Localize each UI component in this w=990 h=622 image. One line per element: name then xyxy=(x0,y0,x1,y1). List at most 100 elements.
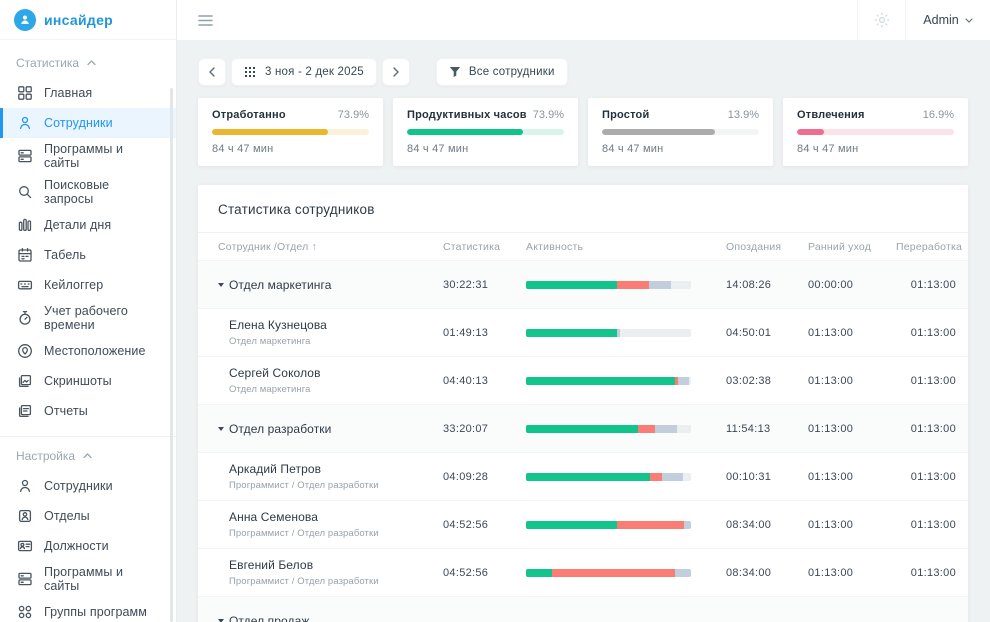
employee-row[interactable]: Елена КузнецоваОтдел маркетинга01:49:130… xyxy=(198,308,968,356)
menu-toggle-button[interactable] xyxy=(198,14,213,27)
date-range-button[interactable]: 3 ноя - 2 дек 2025 xyxy=(231,58,377,86)
brand-logo[interactable]: инсайдер xyxy=(0,0,176,40)
sidebar-item-otchety[interactable]: Отчеты xyxy=(0,396,176,426)
activity-cell xyxy=(526,473,726,481)
brand-name: инсайдер xyxy=(44,12,113,28)
table-header-row: Сотрудник /Отдел ↑СтатистикаАктивностьОп… xyxy=(198,233,968,260)
column-header-4[interactable]: Ранний уход xyxy=(808,241,896,253)
activity-bar xyxy=(526,281,691,289)
sidebar-scrollbar[interactable] xyxy=(170,88,173,622)
sidebar-item-sotrudniki-settings[interactable]: Сотрудники xyxy=(0,471,176,501)
early-leave-time: 01:13:00 xyxy=(808,423,896,435)
employee-role: Программист / Отдел разработки xyxy=(229,576,443,587)
date-range-label: 3 ноя - 2 дек 2025 xyxy=(265,66,364,78)
sidebar-item-gruppy-programm[interactable]: Группы программ xyxy=(0,597,176,622)
sidebar-item-label: Кейлоггер xyxy=(44,278,162,292)
employee-row[interactable]: Аркадий ПетровПрограммист / Отдел разраб… xyxy=(198,452,968,500)
stat-card-title: Продуктивных часов xyxy=(407,109,527,121)
stat-time: 04:09:28 xyxy=(443,471,526,483)
employee-row[interactable]: Сергей СоколовОтдел маркетинга04:40:1303… xyxy=(198,356,968,404)
overtime-time: 01:13:00 xyxy=(896,519,956,531)
employee-filter-label: Все сотрудники xyxy=(469,66,555,78)
sidebar-section-statistics[interactable]: Статистика xyxy=(0,44,176,78)
keyboard-icon xyxy=(17,277,33,293)
sidebar-item-tabel[interactable]: Табель xyxy=(0,240,176,270)
sidebar-item-programmy-i-sayty-settings[interactable]: Программы и сайты xyxy=(0,561,176,597)
collapse-triangle-icon[interactable] xyxy=(218,619,224,622)
sidebar-item-keylogger[interactable]: Кейлоггер xyxy=(0,270,176,300)
timer-icon xyxy=(17,310,33,326)
screens-icon xyxy=(17,373,33,389)
column-header-0[interactable]: Сотрудник /Отдел ↑ xyxy=(218,241,443,253)
employee-row[interactable]: Анна СеменоваПрограммист / Отдел разрабо… xyxy=(198,500,968,548)
chevron-up-icon xyxy=(83,453,92,459)
late-time: 04:50:01 xyxy=(726,327,808,339)
apps-icon xyxy=(17,148,33,164)
sidebar: инсайдер Статистика Главная Сотрудники Прог… xyxy=(0,0,177,622)
sidebar-item-label: Программы и сайты xyxy=(44,142,162,170)
column-header-1[interactable]: Статистика xyxy=(443,241,526,253)
sidebar-item-label: Сотрудники xyxy=(44,479,162,493)
table-title: Статистика сотрудников xyxy=(198,185,968,233)
department-name: Отдел маркетинга xyxy=(229,278,332,292)
overtime-time: 01:13:00 xyxy=(896,279,956,291)
sidebar-nav: Статистика Главная Сотрудники Программы и с… xyxy=(0,40,176,622)
stat-card-progressbar xyxy=(407,129,564,135)
sidebar-item-dolzhnosti[interactable]: Должности xyxy=(0,531,176,561)
sidebar-item-label: Отчеты xyxy=(44,404,162,418)
sidebar-item-sotrudniki[interactable]: Сотрудники xyxy=(0,108,176,138)
stat-card-value: 84 ч 47 мин xyxy=(407,143,564,155)
department-row[interactable]: Отдел продаж xyxy=(198,596,968,622)
user-menu-button[interactable]: Admin xyxy=(905,0,990,40)
activity-cell xyxy=(526,377,726,385)
topbar: Admin xyxy=(177,0,990,40)
department-row[interactable]: Отдел маркетинга30:22:3114:08:2600:00:00… xyxy=(198,260,968,308)
column-header-5[interactable]: Переработка xyxy=(896,241,962,253)
chevron-left-icon xyxy=(209,67,215,77)
chart-icon xyxy=(17,217,33,233)
user-icon xyxy=(17,478,33,494)
sidebar-item-detali-dnya[interactable]: Детали дня xyxy=(0,210,176,240)
groups-icon xyxy=(17,604,33,620)
department-name: Отдел разработки xyxy=(229,422,331,436)
stat-card-title: Простой xyxy=(602,109,649,121)
sidebar-item-skrinshoty[interactable]: Скриншоты xyxy=(0,366,176,396)
stat-time: 30:22:31 xyxy=(443,279,526,291)
person-circle-icon xyxy=(14,9,36,31)
sidebar-item-label: Главная xyxy=(44,86,162,100)
stat-card-progressbar xyxy=(212,129,369,135)
stat-cards: Отработанно73.9%84 ч 47 минПродуктивных … xyxy=(198,98,968,166)
stat-card-value: 84 ч 47 мин xyxy=(212,143,369,155)
sidebar-item-programmy-i-sayty[interactable]: Программы и сайты xyxy=(0,138,176,174)
sidebar-item-glavnaya[interactable]: Главная xyxy=(0,78,176,108)
sidebar-item-label: Детали дня xyxy=(44,218,162,232)
sidebar-section-settings[interactable]: Настройка xyxy=(0,437,176,471)
employee-row[interactable]: Евгений БеловПрограммист / Отдел разрабо… xyxy=(198,548,968,596)
stat-time: 04:52:56 xyxy=(443,567,526,579)
overtime-time: 01:13:00 xyxy=(896,567,956,579)
sidebar-item-otdely[interactable]: Отделы xyxy=(0,501,176,531)
date-prev-button[interactable] xyxy=(198,58,226,86)
sidebar-item-uchet-rabochego-vremeni[interactable]: Учет рабочего времени xyxy=(0,300,176,336)
sidebar-item-label: Программы и сайты xyxy=(44,565,162,593)
settings-button[interactable] xyxy=(857,0,905,40)
activity-bar xyxy=(526,377,691,385)
search-icon xyxy=(17,184,33,200)
column-header-2[interactable]: Активность xyxy=(526,241,726,253)
calendar-grid-icon xyxy=(244,66,257,79)
column-header-3[interactable]: Опоздания xyxy=(726,241,808,253)
activity-cell xyxy=(526,521,726,529)
department-row[interactable]: Отдел разработки33:20:0711:54:1301:13:00… xyxy=(198,404,968,452)
badge-icon xyxy=(17,508,33,524)
stat-card-percent: 16.9% xyxy=(923,109,954,121)
early-leave-time: 01:13:00 xyxy=(808,375,896,387)
stat-time: 01:49:13 xyxy=(443,327,526,339)
chevron-right-icon xyxy=(393,67,399,77)
sidebar-item-mestopolozhenie[interactable]: Местоположение xyxy=(0,336,176,366)
location-icon xyxy=(17,343,33,359)
employee-filter-button[interactable]: Все сотрудники xyxy=(436,58,568,86)
sidebar-item-poiskovye-zaprosy[interactable]: Поисковые запросы xyxy=(0,174,176,210)
collapse-triangle-icon[interactable] xyxy=(218,283,224,287)
date-next-button[interactable] xyxy=(382,58,410,86)
collapse-triangle-icon[interactable] xyxy=(218,427,224,431)
